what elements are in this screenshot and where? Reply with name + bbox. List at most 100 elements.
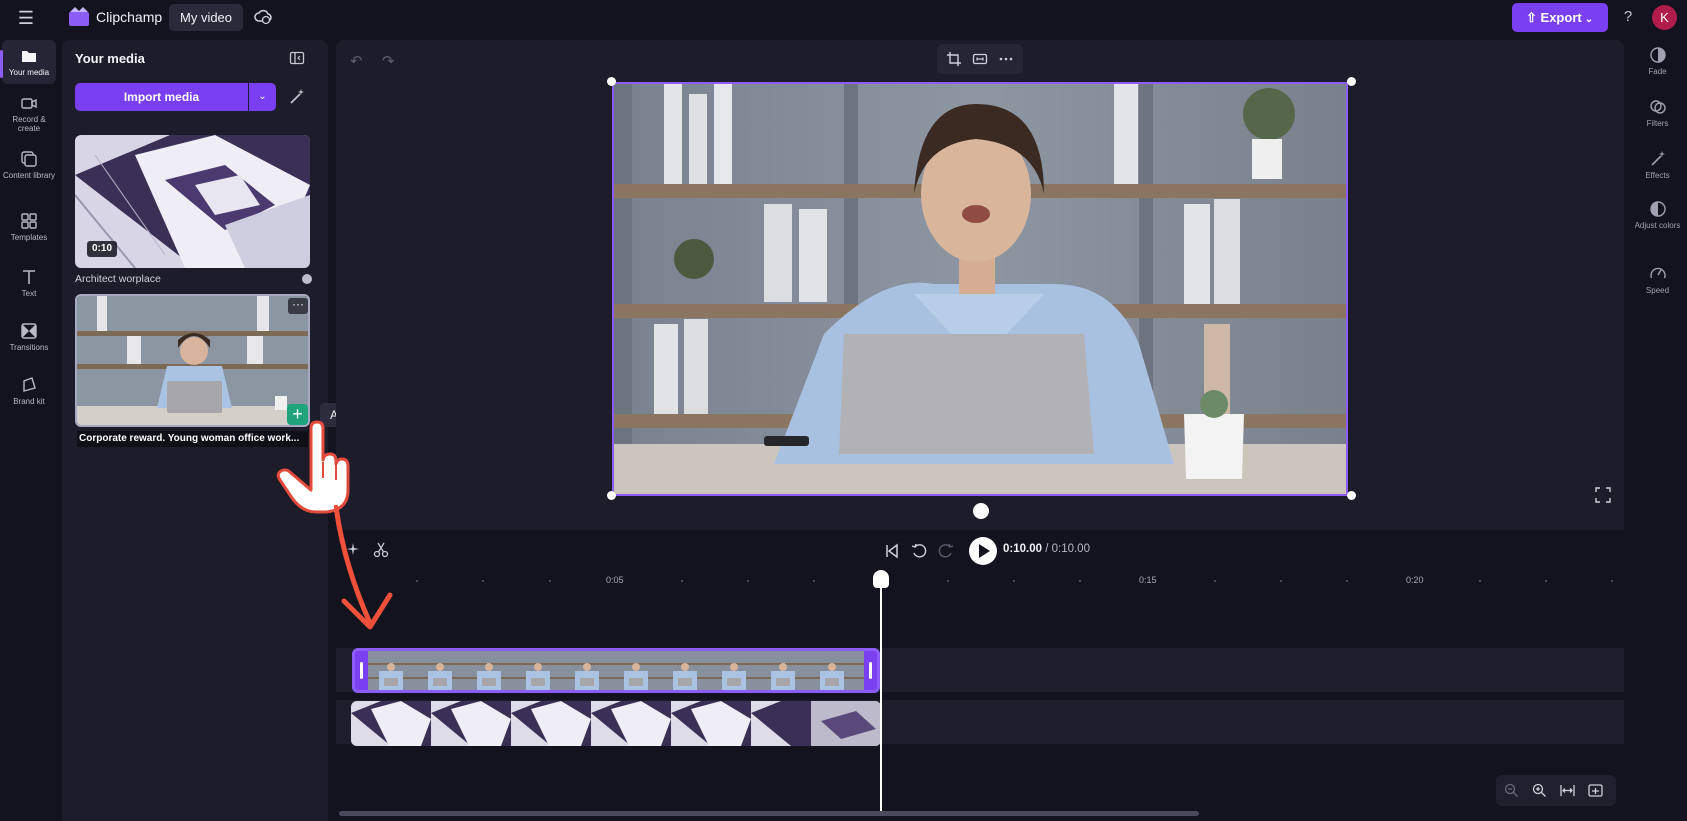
nav-transitions[interactable]: Transitions bbox=[2, 322, 56, 352]
crop-icon[interactable] bbox=[946, 51, 962, 67]
resize-handle-bottom-right[interactable] bbox=[1347, 491, 1356, 500]
chevron-down-icon: ⌄ bbox=[1584, 14, 1594, 25]
timeline-scrollbar[interactable] bbox=[339, 811, 1199, 816]
ruler-tick bbox=[416, 580, 418, 582]
left-navigation: Your media Record & create Content libra… bbox=[0, 36, 58, 821]
brand-name: Clipchamp bbox=[96, 9, 163, 25]
resize-handle-bottom-left[interactable] bbox=[607, 491, 616, 500]
time-ruler[interactable]: 0:05 0:15 0:20 bbox=[336, 572, 1624, 602]
ruler-tick bbox=[747, 580, 749, 582]
panel-adjust-colors[interactable]: Adjust colors bbox=[1628, 200, 1687, 230]
expand-tracks-icon[interactable] bbox=[1588, 783, 1603, 798]
nav-your-media[interactable]: Your media bbox=[0, 40, 56, 84]
panel-fade[interactable]: Fade bbox=[1628, 46, 1687, 76]
panel-label: Effects bbox=[1645, 171, 1670, 180]
clipchamp-logo-icon bbox=[69, 7, 89, 26]
rotate-handle-icon[interactable] bbox=[973, 503, 989, 519]
media-thumbnail-architect[interactable]: 0:10 bbox=[75, 135, 310, 268]
export-button[interactable]: ⇧ Export ⌄ bbox=[1512, 3, 1608, 32]
resize-handle-top-left[interactable] bbox=[607, 77, 616, 86]
woman-office-frame bbox=[614, 84, 1346, 494]
more-horizontal-icon[interactable] bbox=[998, 51, 1014, 67]
redo-icon[interactable]: ↷ bbox=[382, 52, 398, 70]
nav-content-library[interactable]: Content library bbox=[2, 150, 56, 180]
hamburger-menu-icon[interactable]: ☰ bbox=[16, 8, 36, 28]
red-arrow-annotation-icon bbox=[334, 505, 393, 630]
help-icon[interactable]: ? bbox=[1619, 8, 1637, 26]
filters-icon bbox=[1649, 100, 1666, 114]
nav-label: Your media bbox=[8, 68, 50, 77]
import-dropdown-chevron-icon[interactable]: ⌄ bbox=[249, 83, 276, 111]
playhead-handle[interactable] bbox=[873, 570, 889, 588]
clip-trim-handle-left[interactable] bbox=[355, 651, 368, 690]
total-time: 0:10.00 bbox=[1051, 543, 1090, 555]
forward-5s-icon[interactable] bbox=[938, 543, 954, 559]
fullscreen-icon[interactable] bbox=[1595, 487, 1611, 503]
nav-label: Record & create bbox=[12, 115, 46, 133]
avatar[interactable]: K bbox=[1652, 5, 1677, 30]
panel-effects[interactable]: Effects bbox=[1628, 150, 1687, 180]
ruler-label: 0:05 bbox=[606, 575, 624, 585]
magic-wand-icon[interactable] bbox=[288, 88, 306, 106]
panel-label: Fade bbox=[1648, 67, 1667, 76]
nav-label: Text bbox=[21, 289, 37, 298]
ruler-tick bbox=[1013, 580, 1015, 582]
ruler-label: 0:15 bbox=[1139, 575, 1157, 585]
media-name-corporate: Corporate reward. Young woman office wor… bbox=[77, 431, 308, 447]
nav-record-create[interactable]: Record & create bbox=[2, 94, 56, 133]
skip-to-start-icon[interactable] bbox=[884, 543, 900, 559]
nav-label: Brand kit bbox=[13, 397, 45, 406]
clip-trim-handle-right[interactable] bbox=[864, 651, 877, 690]
ruler-tick bbox=[482, 580, 484, 582]
fade-icon bbox=[1649, 47, 1666, 63]
rewind-5s-icon[interactable] bbox=[911, 543, 927, 559]
woman-office-image bbox=[77, 296, 308, 425]
zoom-in-icon[interactable] bbox=[1532, 783, 1547, 798]
media-panel-title: Your media bbox=[75, 51, 145, 66]
text-icon bbox=[23, 270, 35, 284]
folder-icon bbox=[22, 51, 36, 62]
zoom-out-icon[interactable] bbox=[1504, 783, 1519, 798]
nav-text[interactable]: Text bbox=[2, 268, 56, 298]
ruler-tick bbox=[1346, 580, 1348, 582]
nav-label: Content library bbox=[2, 171, 56, 180]
resize-handle-top-right[interactable] bbox=[1347, 77, 1356, 86]
fit-icon[interactable] bbox=[972, 51, 988, 67]
context-toolbar bbox=[937, 44, 1023, 74]
import-media-button[interactable]: Import media bbox=[75, 83, 248, 111]
top-bar: ☰ Clipchamp My video ⇧ Export ⌄ ? K bbox=[0, 0, 1687, 36]
fit-timeline-icon[interactable] bbox=[1560, 783, 1575, 798]
ruler-tick bbox=[1214, 580, 1216, 582]
project-title[interactable]: My video bbox=[169, 4, 244, 31]
clip-filmstrip-architect bbox=[351, 701, 881, 746]
play-button[interactable] bbox=[968, 536, 998, 566]
timeline-clip-architect[interactable] bbox=[351, 701, 881, 746]
ruler-tick bbox=[549, 580, 551, 582]
ruler-tick bbox=[1280, 580, 1282, 582]
media-name-architect: Architect worplace bbox=[75, 273, 161, 285]
undo-icon[interactable]: ↶ bbox=[350, 52, 366, 70]
ruler-label: 0:20 bbox=[1406, 575, 1424, 585]
ruler-tick bbox=[1079, 580, 1081, 582]
library-icon bbox=[21, 151, 37, 167]
nav-brand-kit[interactable]: Brand kit bbox=[2, 376, 56, 406]
video-preview[interactable] bbox=[612, 82, 1348, 496]
timeline-clip-corporate[interactable] bbox=[352, 648, 880, 693]
ruler-tick bbox=[813, 580, 815, 582]
preview-stage: ↶ ↷ bbox=[336, 40, 1624, 530]
timecode: 0:10.00 / 0:10.00 bbox=[1003, 543, 1090, 555]
ruler-tick bbox=[947, 580, 949, 582]
panel-label: Speed bbox=[1645, 286, 1670, 295]
nav-templates[interactable]: Templates bbox=[2, 212, 56, 242]
cloud-sync-icon[interactable] bbox=[254, 8, 272, 26]
templates-icon bbox=[21, 213, 37, 229]
media-thumbnail-corporate[interactable] bbox=[75, 294, 310, 427]
more-options-button[interactable]: ··· bbox=[288, 298, 308, 314]
ruler-tick bbox=[681, 580, 683, 582]
panel-filters[interactable]: Filters bbox=[1628, 98, 1687, 128]
brand-kit-icon bbox=[23, 377, 36, 392]
speed-icon bbox=[1649, 267, 1666, 279]
ruler-tick bbox=[1611, 580, 1613, 582]
collapse-panel-icon[interactable] bbox=[289, 50, 305, 66]
panel-speed[interactable]: Speed bbox=[1628, 265, 1687, 295]
